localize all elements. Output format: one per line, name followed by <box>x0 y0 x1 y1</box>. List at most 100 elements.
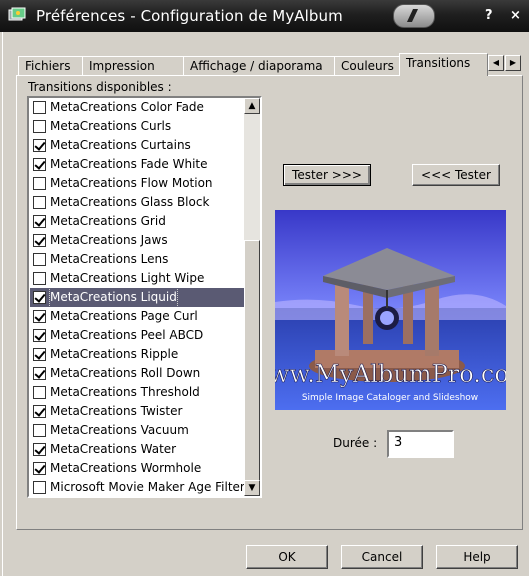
transitions-listbox[interactable]: MetaCreations Color Fade MetaCreations Cu… <box>27 96 262 498</box>
test-forward-label: Tester >>> <box>292 168 362 182</box>
window-title: Préférences - Configuration de MyAlbum <box>36 7 343 25</box>
tab-impression[interactable]: Impression <box>82 56 184 75</box>
scroll-up-icon[interactable]: ▲ <box>244 98 260 114</box>
duration-label-text: Durée : <box>333 436 378 450</box>
transition-item-label: MetaCreations Fade White <box>50 157 208 171</box>
transition-item-label: MetaCreations Page Curl <box>50 309 198 323</box>
test-back-label: <<< Tester <box>421 168 491 182</box>
duration-value: 3 <box>394 435 403 450</box>
preview-url-text: www.MyAlbumPro.com <box>275 360 506 388</box>
ok-label: OK <box>278 550 296 564</box>
checkbox-unchecked[interactable] <box>33 196 46 209</box>
scroll-down-icon[interactable]: ▼ <box>244 480 260 496</box>
transition-item[interactable]: MetaCreations Lens <box>30 250 245 269</box>
transition-item-label: MetaCreations Jaws <box>50 233 168 247</box>
checkbox-checked[interactable] <box>33 158 46 171</box>
checkbox-unchecked[interactable] <box>33 177 46 190</box>
help-button[interactable]: Help <box>436 545 518 569</box>
transition-item-label: MetaCreations Water <box>50 442 177 456</box>
duration-input[interactable]: 3 <box>387 430 454 458</box>
transition-item-label: MetaCreations Threshold <box>50 385 200 399</box>
app-icon <box>8 7 26 21</box>
checkbox-unchecked[interactable] <box>33 120 46 133</box>
transition-item[interactable]: MetaCreations Liquid <box>30 288 245 307</box>
transition-item[interactable]: MetaCreations Vacuum <box>30 421 245 440</box>
checkbox-checked[interactable] <box>33 215 46 228</box>
title-bar[interactable]: Préférences - Configuration de MyAlbum ?… <box>0 0 529 32</box>
checkbox-checked[interactable] <box>33 462 46 475</box>
transition-item[interactable]: MetaCreations Page Curl <box>30 307 245 326</box>
checkbox-unchecked[interactable] <box>33 101 46 114</box>
tab-affichage[interactable]: Affichage / diaporama <box>183 56 335 75</box>
checkbox-unchecked[interactable] <box>33 272 46 285</box>
checkbox-unchecked[interactable] <box>33 424 46 437</box>
transition-item[interactable]: MetaCreations Curtains <box>30 136 245 155</box>
transition-item[interactable]: MetaCreations Glass Block <box>30 193 245 212</box>
transition-item-label: MetaCreations Grid <box>50 214 166 228</box>
transition-item-label: MetaCreations Color Fade <box>50 100 204 114</box>
tab-scroll-left-icon[interactable]: ◀ <box>488 55 504 71</box>
preview-picture: www.MyAlbumPro.com Simple Image Cataloge… <box>275 210 506 410</box>
test-back-button[interactable]: <<< Tester <box>412 164 500 186</box>
transition-item-label: Microsoft Movie Maker Age Filter <box>50 480 245 494</box>
transition-item[interactable]: MetaCreations Peel ABCD <box>30 326 245 345</box>
checkbox-checked[interactable] <box>33 367 46 380</box>
checkbox-checked[interactable] <box>33 291 46 304</box>
transition-item[interactable]: MetaCreations Grid <box>30 212 245 231</box>
test-forward-button[interactable]: Tester >>> <box>283 164 371 186</box>
transition-item-label: MetaCreations Wormhole <box>50 461 202 475</box>
tab-fichiers[interactable]: Fichiers <box>18 56 83 75</box>
transitions-label-text: Transitions disponibles : <box>28 80 172 94</box>
transition-item[interactable]: MetaCreations Color Fade <box>30 98 245 117</box>
transition-item[interactable]: MetaCreations Ripple <box>30 345 245 364</box>
transition-item-label: MetaCreations Twister <box>50 404 183 418</box>
transition-item-label: MetaCreations Light Wipe <box>50 271 205 285</box>
tab-scroll-right-icon[interactable]: ▶ <box>505 55 521 71</box>
scroll-thumb[interactable] <box>244 240 260 494</box>
checkbox-checked[interactable] <box>33 329 46 342</box>
checkbox-checked[interactable] <box>33 310 46 323</box>
cancel-button[interactable]: Cancel <box>341 545 423 569</box>
help-title-button[interactable]: ? <box>485 8 493 23</box>
tab-strip: Fichiers Impression Affichage / diaporam… <box>18 53 528 76</box>
duration-label: Durée : <box>333 436 377 450</box>
transition-item[interactable]: MetaCreations Twister <box>30 402 245 421</box>
transition-item[interactable]: MetaCreations Flow Motion <box>30 174 245 193</box>
checkbox-checked[interactable] <box>33 405 46 418</box>
ok-button[interactable]: OK <box>246 545 328 569</box>
transition-item-label: MetaCreations Glass Block <box>50 195 210 209</box>
checkbox-unchecked[interactable] <box>33 253 46 266</box>
checkbox-checked[interactable] <box>33 443 46 456</box>
transition-item-label: MetaCreations Curtains <box>50 138 191 152</box>
help-label: Help <box>463 550 491 564</box>
transition-item[interactable]: MetaCreations Light Wipe <box>30 269 245 288</box>
transition-item-label: MetaCreations Vacuum <box>50 423 189 437</box>
tab-couleurs[interactable]: Couleurs <box>334 56 400 75</box>
cancel-label: Cancel <box>361 550 403 564</box>
transition-item[interactable]: MetaCreations Threshold <box>30 383 245 402</box>
transition-item[interactable]: MetaCreations Jaws <box>30 231 245 250</box>
checkbox-checked[interactable] <box>33 348 46 361</box>
transition-item[interactable]: MetaCreations Curls <box>30 117 245 136</box>
checkbox-unchecked[interactable] <box>33 386 46 399</box>
transition-item[interactable]: MetaCreations Fade White <box>30 155 245 174</box>
transition-item[interactable]: MetaCreations Roll Down <box>30 364 245 383</box>
transition-preview-image: www.MyAlbumPro.com Simple Image Cataloge… <box>275 210 506 410</box>
transition-item-label: MetaCreations Peel ABCD <box>50 328 204 342</box>
title-theme-button[interactable] <box>393 4 435 28</box>
transition-item[interactable]: Microsoft Movie Maker Age Filter <box>30 478 245 496</box>
listbox-scrollbar[interactable]: ▲ ▼ <box>244 98 260 496</box>
transition-item-label: MetaCreations Roll Down <box>50 366 201 380</box>
transition-item[interactable]: MetaCreations Water <box>30 440 245 459</box>
checkbox-checked[interactable] <box>33 234 46 247</box>
checkbox-checked[interactable] <box>33 139 46 152</box>
close-title-button[interactable]: × <box>510 8 521 23</box>
transition-item-label: MetaCreations Curls <box>50 119 172 133</box>
tab-transitions[interactable]: Transitions <box>399 53 488 76</box>
transition-item-label: MetaCreations Ripple <box>50 347 179 361</box>
transition-item-label: MetaCreations Flow Motion <box>50 176 213 190</box>
transition-item[interactable]: MetaCreations Wormhole <box>30 459 245 478</box>
transitions-label: Transitions disponibles : <box>28 80 172 94</box>
checkbox-unchecked[interactable] <box>33 481 46 494</box>
preview-tagline: Simple Image Cataloger and Slideshow <box>302 393 478 403</box>
